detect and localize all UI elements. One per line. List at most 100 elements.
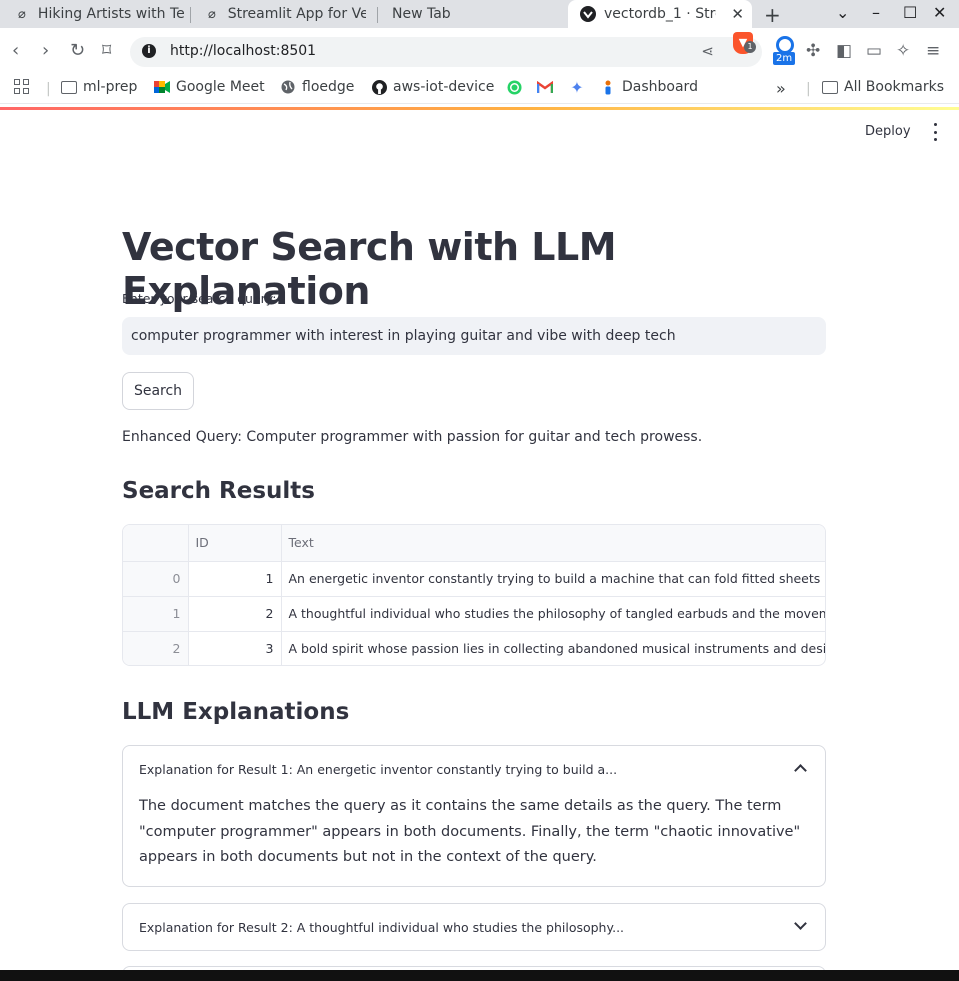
table-header-row: ID Text	[123, 525, 825, 562]
address-bar[interactable]: i http://localhost:8501 ⋖	[130, 37, 762, 67]
text-cell[interactable]: A bold spirit whose passion lies in coll…	[281, 631, 826, 665]
expander-title: Explanation for Result 1: An energetic i…	[139, 761, 618, 777]
close-window-icon[interactable]: ✕	[933, 3, 946, 22]
bookmark-label: floedge	[302, 79, 355, 95]
url-text[interactable]: http://localhost:8501	[170, 43, 316, 59]
bookmark-page-icon[interactable]: ⌑	[102, 41, 111, 61]
gemini-icon: ✦	[570, 77, 584, 97]
bookmark-google-meet[interactable]: Google Meet	[154, 79, 265, 95]
expander-title: Explanation for Result 2: A thoughtful i…	[139, 919, 625, 935]
row-index-cell[interactable]: 1	[123, 596, 189, 632]
all-bookmarks-folder[interactable]: All Bookmarks	[822, 79, 944, 95]
explanation-text: The document matches the query as it con…	[139, 798, 801, 866]
minimize-icon[interactable]: –	[872, 3, 880, 22]
globe-icon	[280, 79, 296, 95]
table-row: 2 3 A bold spirit whose passion lies in …	[123, 631, 826, 665]
timer-extension-icon[interactable]: 2m	[773, 36, 797, 66]
bookmark-dashboard[interactable]: Dashboard	[600, 79, 698, 95]
apps-icon[interactable]	[14, 79, 29, 94]
search-button[interactable]: Search	[122, 372, 194, 410]
tab-title: New Tab	[392, 6, 451, 22]
search-query-input[interactable]	[122, 317, 826, 355]
wallet-icon[interactable]: ▭	[866, 41, 882, 61]
explanation-expander-1: Explanation for Result 1: An energetic i…	[122, 745, 826, 887]
google-meet-icon	[154, 79, 170, 95]
chevron-down-icon	[794, 917, 807, 930]
github-icon	[371, 79, 387, 95]
text-cell[interactable]: A thoughtful individual who studies the …	[281, 596, 825, 632]
all-bookmarks-label: All Bookmarks	[844, 79, 945, 95]
bookmark-whatsapp[interactable]	[506, 79, 528, 95]
bookmark-gemini[interactable]: ✦	[569, 77, 591, 97]
tab-title: vectordb_1 · Stre	[604, 6, 716, 22]
text-cell[interactable]: An energetic inventor constantly trying …	[281, 561, 825, 597]
bookmarks-bar: | ml-prep Google Meet floedge aws-iot-de…	[0, 74, 959, 104]
chevron-up-icon	[794, 764, 807, 777]
search-results-heading: Search Results	[122, 478, 315, 504]
dashboard-icon	[600, 79, 616, 95]
explanation-expander-2: Explanation for Result 2: A thoughtful i…	[122, 903, 826, 951]
leo-ai-icon[interactable]: ✧	[896, 41, 910, 61]
bookmark-floedge[interactable]: floedge	[280, 79, 354, 95]
query-label: Enter your search query:	[122, 291, 277, 306]
id-cell[interactable]: 1	[188, 561, 282, 597]
bookmark-label: Dashboard	[622, 79, 698, 95]
id-cell[interactable]: 3	[188, 631, 282, 665]
folder-icon	[61, 79, 77, 95]
tab-separator	[190, 7, 191, 23]
site-info-icon[interactable]: i	[142, 44, 156, 58]
forward-icon[interactable]: ›	[42, 41, 49, 61]
tab-title: Streamlit App for Ve	[227, 6, 366, 22]
browser-tab-streamlit-app[interactable]: ⌀ Streamlit App for Ve	[204, 0, 366, 28]
streamlit-icon: ⌀	[207, 6, 216, 22]
bookmark-aws-iot-device[interactable]: aws-iot-device	[371, 79, 494, 95]
bookmark-ml-prep[interactable]: ml-prep	[61, 79, 137, 95]
timer-extension-label: 2m	[773, 52, 796, 65]
bookmark-label: Google Meet	[176, 79, 265, 95]
deploy-button[interactable]: Deploy	[857, 122, 919, 141]
share-icon[interactable]: ⋖	[701, 42, 714, 60]
column-header-text[interactable]: Text	[281, 525, 825, 562]
enhanced-query-text: Enhanced Query: Computer programmer with…	[122, 429, 703, 445]
bookmark-label: ml-prep	[83, 79, 138, 95]
close-tab-icon[interactable]: ✕	[731, 5, 744, 23]
browser-tab-vectordb[interactable]: vectordb_1 · Stre ✕	[568, 0, 752, 28]
bookmark-label: aws-iot-device	[393, 79, 495, 95]
sidebar-icon[interactable]: ◧	[836, 41, 852, 61]
browser-tab-hiking-artists[interactable]: ⌀ Hiking Artists with Te	[14, 0, 184, 28]
reload-icon[interactable]: ↻	[70, 41, 85, 61]
brave-shields-count: 1	[744, 41, 756, 53]
table-row: 1 2 A thoughtful individual who studies …	[123, 596, 825, 632]
column-header-id[interactable]: ID	[188, 525, 282, 562]
streamlit-icon: ⌀	[18, 6, 26, 22]
folder-icon	[822, 79, 838, 95]
os-taskbar	[0, 970, 959, 981]
browser-tab-new-tab[interactable]: New Tab	[392, 0, 512, 28]
github-icon	[580, 6, 596, 22]
row-index-cell[interactable]: 2	[123, 631, 189, 665]
back-icon[interactable]: ‹	[12, 41, 19, 61]
whatsapp-icon	[506, 79, 522, 95]
expander-header[interactable]: Explanation for Result 2: A thoughtful i…	[123, 904, 825, 950]
results-dataframe[interactable]: ID Text 0 1 An energetic inventor consta…	[122, 524, 826, 666]
expander-header[interactable]: Explanation for Result 1: An energetic i…	[123, 746, 825, 792]
llm-explanations-heading: LLM Explanations	[122, 699, 350, 725]
browser-toolbar: ‹ › ↻ ⌑ i http://localhost:8501 ⋖ ▼ 1 2m…	[0, 28, 959, 74]
row-index-cell[interactable]: 0	[123, 561, 189, 597]
column-header-index[interactable]	[123, 525, 189, 562]
browser-tab-strip: ⌀ Hiking Artists with Te ⌀ Streamlit App…	[0, 0, 959, 28]
tab-search-chevron-icon[interactable]: ⌄	[836, 3, 849, 22]
bookmarks-divider: |	[806, 81, 811, 97]
bookmarks-divider: |	[46, 81, 51, 97]
new-tab-icon[interactable]: +	[764, 3, 781, 27]
id-cell[interactable]: 2	[188, 596, 282, 632]
bookmark-gmail[interactable]	[537, 79, 559, 95]
main-menu-kebab-icon[interactable]	[929, 123, 941, 141]
extensions-puzzle-icon[interactable]: ✣	[806, 41, 820, 61]
tab-title: Hiking Artists with Te	[37, 6, 184, 22]
more-bookmarks-chevron-icon[interactable]: »	[776, 79, 786, 98]
table-row: 0 1 An energetic inventor constantly try…	[123, 561, 825, 597]
streamlit-decoration-bar	[0, 107, 959, 110]
browser-menu-icon[interactable]: ≡	[926, 41, 940, 61]
maximize-icon[interactable]: ☐	[903, 3, 917, 22]
